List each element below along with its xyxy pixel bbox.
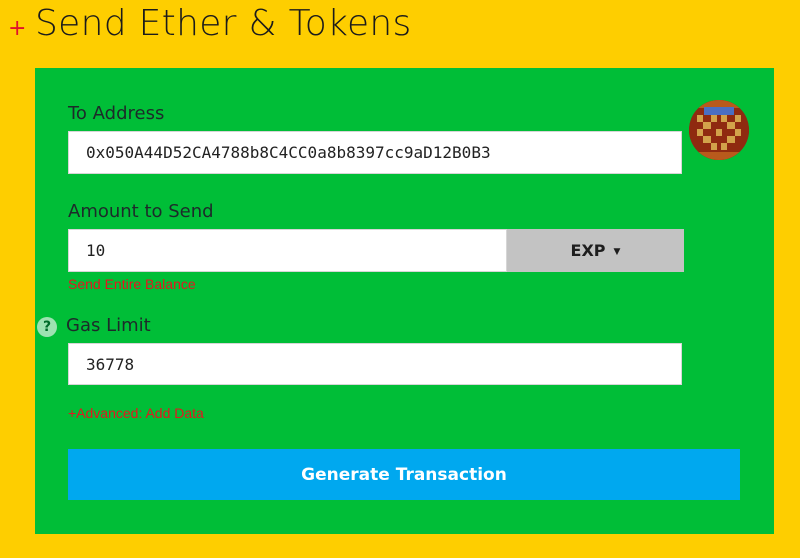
to-address-label: To Address bbox=[68, 103, 165, 124]
unit-dropdown[interactable]: EXP ▼ bbox=[507, 229, 684, 272]
to-address-input[interactable] bbox=[68, 131, 682, 174]
gas-limit-label: Gas Limit bbox=[66, 315, 151, 336]
send-entire-balance-link[interactable]: Send Entire Balance bbox=[68, 276, 196, 292]
identicon-avatar bbox=[689, 100, 749, 160]
identicon-icon bbox=[689, 100, 749, 160]
caret-down-icon: ▼ bbox=[613, 246, 621, 257]
amount-label: Amount to Send bbox=[68, 201, 214, 222]
page-header: + Send Ether & Tokens bbox=[0, 0, 800, 60]
unit-label: EXP bbox=[570, 241, 606, 260]
plus-icon[interactable]: + bbox=[8, 18, 26, 40]
generate-transaction-button[interactable]: Generate Transaction bbox=[68, 449, 740, 500]
page-title: Send Ether & Tokens bbox=[35, 3, 412, 44]
amount-input[interactable] bbox=[68, 229, 507, 272]
gas-limit-input[interactable] bbox=[68, 343, 682, 385]
advanced-add-data-link[interactable]: +Advanced: Add Data bbox=[68, 405, 204, 421]
question-circle-icon[interactable]: ? bbox=[37, 317, 57, 337]
